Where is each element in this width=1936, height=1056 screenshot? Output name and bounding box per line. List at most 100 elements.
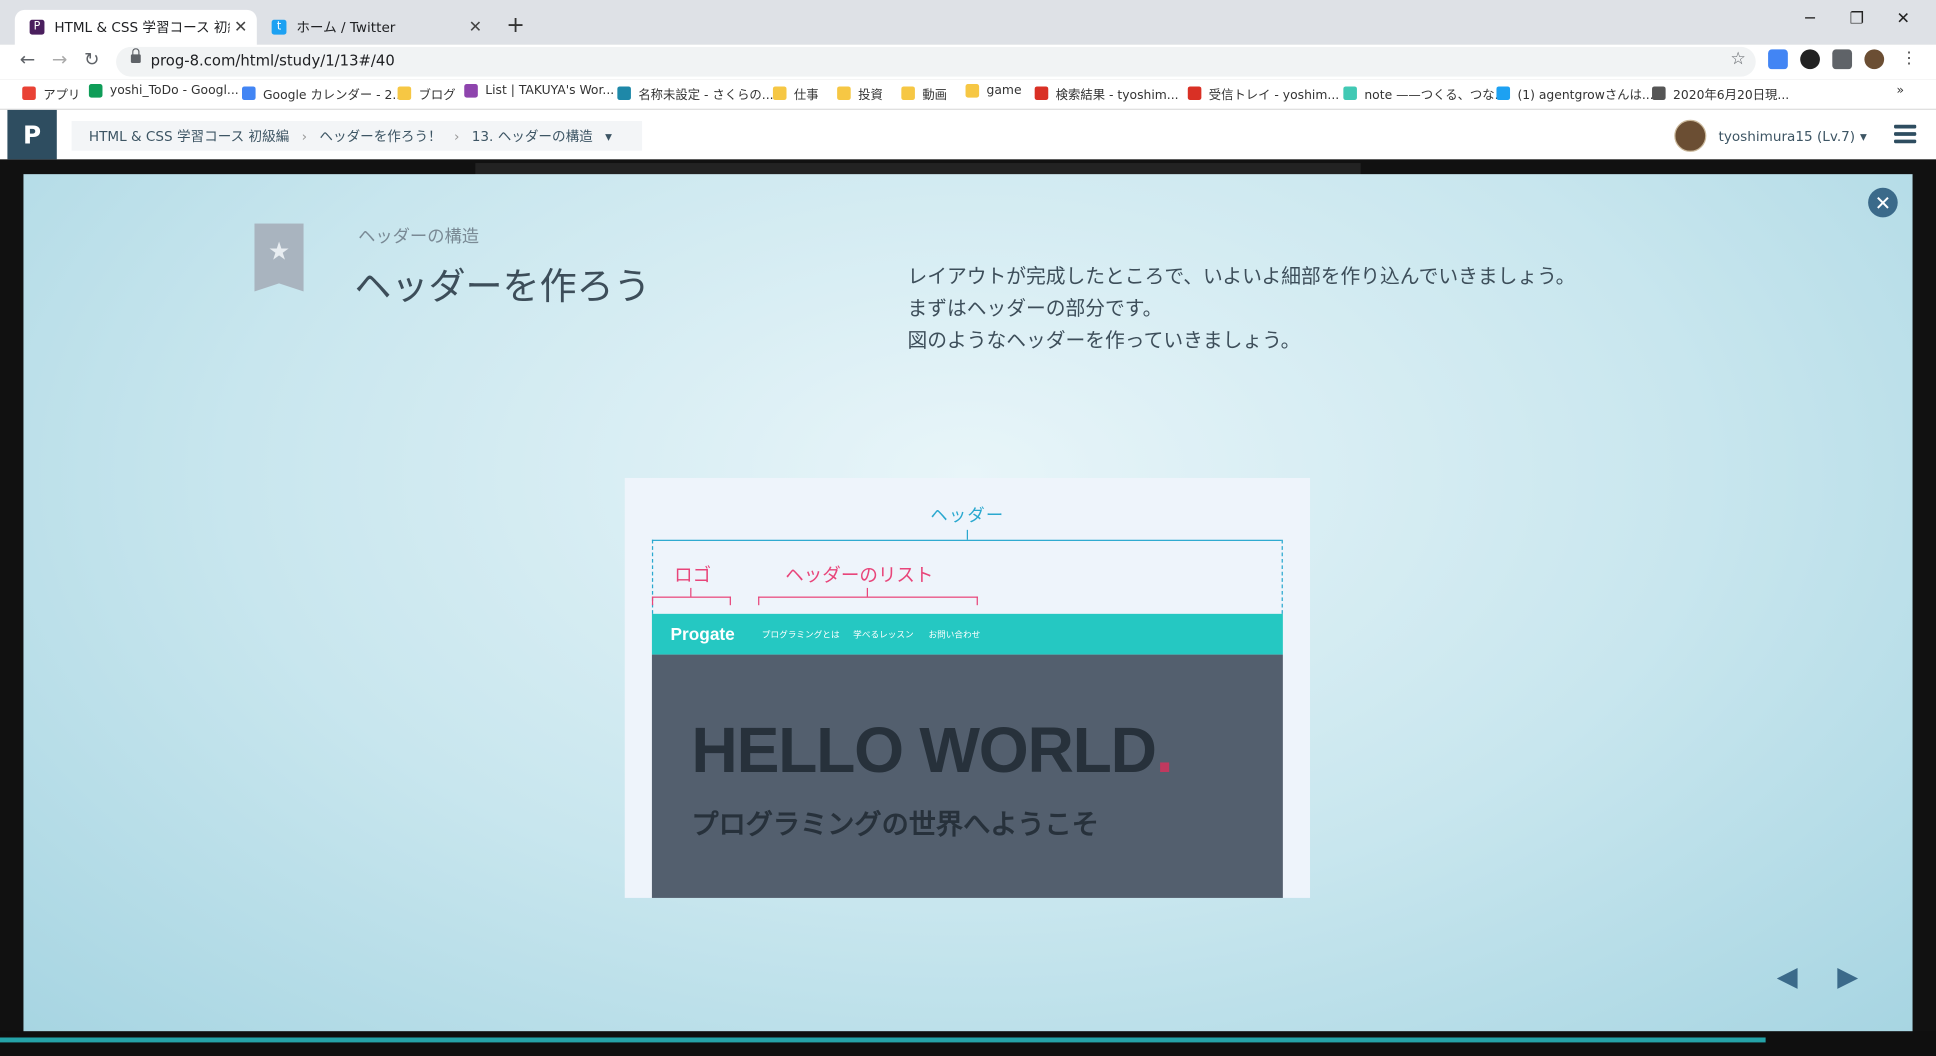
progress-bar bbox=[0, 1037, 1766, 1043]
forward-icon[interactable]: → bbox=[52, 48, 68, 70]
tab-title: ホーム / Twitter bbox=[296, 19, 396, 36]
bookmark-label: 動画 bbox=[922, 88, 948, 103]
header-guide-right bbox=[1281, 539, 1283, 614]
browser-toolbar: ← → ↻ prog-8.com/html/study/1/13#/40 ☆ bbox=[0, 44, 1936, 80]
bookmark-item[interactable]: 名称未設定 - さくらの... bbox=[617, 84, 774, 103]
progate-logo[interactable]: P bbox=[7, 109, 57, 160]
close-icon[interactable]: ✕ bbox=[1868, 187, 1898, 218]
label-logo: ロゴ bbox=[674, 564, 712, 587]
slide-subtitle: ヘッダーの構造 bbox=[358, 227, 480, 248]
list-bracket-tick bbox=[866, 587, 868, 597]
user-menu[interactable]: tyoshimura15 (Lv.7) ▾ bbox=[1674, 119, 1867, 152]
breadcrumb-course[interactable]: HTML & CSS 学習コース 初級編 bbox=[89, 126, 289, 146]
bookmark-item[interactable]: 2020年6月20日現... bbox=[1652, 84, 1789, 103]
bookmark-icon bbox=[772, 86, 787, 101]
close-window-icon[interactable]: ✕ bbox=[1896, 10, 1909, 29]
bookmark-item[interactable]: note ——つくる、つな... bbox=[1343, 84, 1506, 103]
extensions-puzzle-icon[interactable] bbox=[1832, 49, 1853, 70]
sample-logo: Progate bbox=[670, 623, 735, 644]
tab-progate[interactable]: P HTML & CSS 学習コース 初級編 | Pro ✕ bbox=[14, 9, 257, 45]
bookmark-item[interactable]: Google カレンダー - 2... bbox=[242, 84, 404, 103]
bookmark-icon bbox=[965, 83, 980, 98]
back-icon[interactable]: ← bbox=[20, 48, 36, 70]
bookmark-icon bbox=[22, 86, 36, 101]
hamburger-menu-icon[interactable] bbox=[1894, 124, 1917, 147]
label-header-list: ヘッダーのリスト bbox=[785, 564, 934, 587]
bookmark-label: アプリ bbox=[43, 88, 81, 103]
progate-header: P HTML & CSS 学習コース 初級編 › ヘッダーを作ろう！ › 13.… bbox=[0, 109, 1936, 160]
sample-hero: HELLO WORLD. プログラミングの世界へようこそ bbox=[651, 654, 1283, 898]
sample-nav-item: 学べるレッスン bbox=[853, 629, 914, 640]
bookmark-item[interactable]: 投資 bbox=[837, 84, 883, 103]
bookmark-label: 検索結果 - tyoshim... bbox=[1055, 88, 1179, 103]
bookmark-item[interactable]: game bbox=[965, 83, 1022, 98]
bookmark-item[interactable]: 動画 bbox=[901, 84, 947, 103]
restore-icon[interactable]: ❐ bbox=[1850, 10, 1864, 29]
hero-headline-text: HELLO WORLD bbox=[691, 715, 1157, 787]
extension-chat-icon[interactable] bbox=[1800, 49, 1820, 70]
bookmark-icon bbox=[88, 83, 103, 98]
bookmark-icon bbox=[1034, 86, 1049, 101]
bookmark-label: yoshi_ToDo - Googl... bbox=[109, 83, 239, 98]
minimize-icon[interactable]: ─ bbox=[1805, 10, 1815, 29]
next-slide-icon[interactable]: ▶ bbox=[1837, 962, 1858, 993]
bookmark-icon bbox=[1187, 86, 1202, 101]
bookmark-label: game bbox=[986, 83, 1022, 98]
slide-title: ヘッダーを作ろう bbox=[354, 265, 651, 309]
bookmarks-bar: » アプリ yoshi_ToDo - Googl... Google カレンダー -… bbox=[0, 79, 1936, 110]
tab-strip: P HTML & CSS 学習コース 初級編 | Pro ✕ t ホーム / T… bbox=[0, 0, 1936, 45]
bookmark-item[interactable]: アプリ bbox=[22, 84, 80, 103]
hero-headline: HELLO WORLD. bbox=[691, 714, 1174, 788]
more-bookmarks-icon[interactable]: » bbox=[1896, 84, 1904, 98]
bookmark-label: 受信トレイ - yoshim... bbox=[1208, 88, 1340, 103]
bookmark-item[interactable]: yoshi_ToDo - Googl... bbox=[88, 83, 239, 98]
bookmark-icon bbox=[837, 86, 851, 101]
bookmark-ribbon-icon[interactable]: ★ bbox=[254, 223, 304, 292]
bookmark-item[interactable]: (1) agentgrowさんは... bbox=[1496, 84, 1654, 103]
hero-headline-dot: . bbox=[1155, 715, 1174, 787]
bookmark-item[interactable]: List | TAKUYA's Wor... bbox=[464, 83, 615, 98]
description-line: レイアウトが完成したところで、いよいよ細部を作り込んでいきましょう。 bbox=[907, 264, 1576, 288]
bookmark-item[interactable]: ブログ bbox=[397, 84, 456, 103]
bookmark-item[interactable]: 受信トレイ - yoshim... bbox=[1187, 84, 1340, 103]
reload-icon[interactable]: ↻ bbox=[84, 48, 100, 70]
sample-nav-item: プログラミングとは bbox=[761, 629, 840, 640]
header-bracket bbox=[651, 539, 1282, 541]
slide-modal: ✕ ★ ヘッダーの構造 ヘッダーを作ろう レイアウトが完成したところで、いよいよ… bbox=[23, 174, 1913, 1032]
tab-twitter[interactable]: t ホーム / Twitter ✕ bbox=[257, 10, 492, 45]
bookmark-icon bbox=[1496, 86, 1511, 101]
bookmark-label: note ——つくる、つな... bbox=[1364, 88, 1507, 103]
close-tab-icon[interactable]: ✕ bbox=[230, 18, 252, 37]
logo-bracket-tick bbox=[690, 587, 692, 597]
profile-avatar-icon[interactable] bbox=[1864, 49, 1885, 70]
bookmark-item[interactable]: 検索結果 - tyoshim... bbox=[1034, 84, 1179, 103]
breadcrumb-chapter[interactable]: ヘッダーを作ろう！ bbox=[319, 126, 441, 146]
new-tab-icon[interactable]: + bbox=[506, 12, 525, 38]
bookmark-label: 投資 bbox=[858, 88, 883, 103]
bookmark-label: List | TAKUYA's Wor... bbox=[485, 83, 615, 98]
address-bar[interactable]: prog-8.com/html/study/1/13#/40 ☆ bbox=[116, 46, 1756, 77]
hero-subheadline: プログラミングの世界へようこそ bbox=[691, 810, 1099, 842]
browser-menu-icon[interactable]: ⋮ bbox=[1899, 49, 1919, 69]
bookmark-icon bbox=[1652, 86, 1666, 101]
chevron-down-icon[interactable]: ▾ bbox=[605, 128, 612, 144]
label-header: ヘッダー bbox=[930, 506, 1005, 527]
avatar bbox=[1674, 119, 1707, 152]
chevron-right-icon: › bbox=[301, 127, 308, 144]
chevron-down-icon: ▾ bbox=[1860, 127, 1867, 144]
description-line: 図のようなヘッダーを作っていきましょう。 bbox=[907, 328, 1301, 353]
bookmark-item[interactable]: 仕事 bbox=[772, 84, 819, 103]
bookmark-icon bbox=[242, 86, 256, 101]
close-tab-icon[interactable]: ✕ bbox=[464, 18, 486, 37]
description-line: まずはヘッダーの部分です。 bbox=[907, 296, 1163, 320]
sample-header-bar: Progate プログラミングとは 学べるレッスン お問い合わせ bbox=[651, 613, 1283, 655]
prev-slide-icon[interactable]: ◀ bbox=[1777, 962, 1798, 993]
logo-bracket bbox=[651, 596, 731, 606]
bookmark-star-icon[interactable]: ☆ bbox=[1730, 49, 1746, 69]
header-bracket-tick bbox=[966, 529, 969, 540]
twitter-favicon-icon: t bbox=[271, 19, 287, 35]
extension-calendar-icon[interactable] bbox=[1768, 49, 1788, 70]
bookmark-label: ブログ bbox=[418, 88, 456, 103]
bookmark-icon bbox=[901, 86, 915, 101]
breadcrumb-lesson[interactable]: 13. ヘッダーの構造 bbox=[472, 126, 593, 146]
